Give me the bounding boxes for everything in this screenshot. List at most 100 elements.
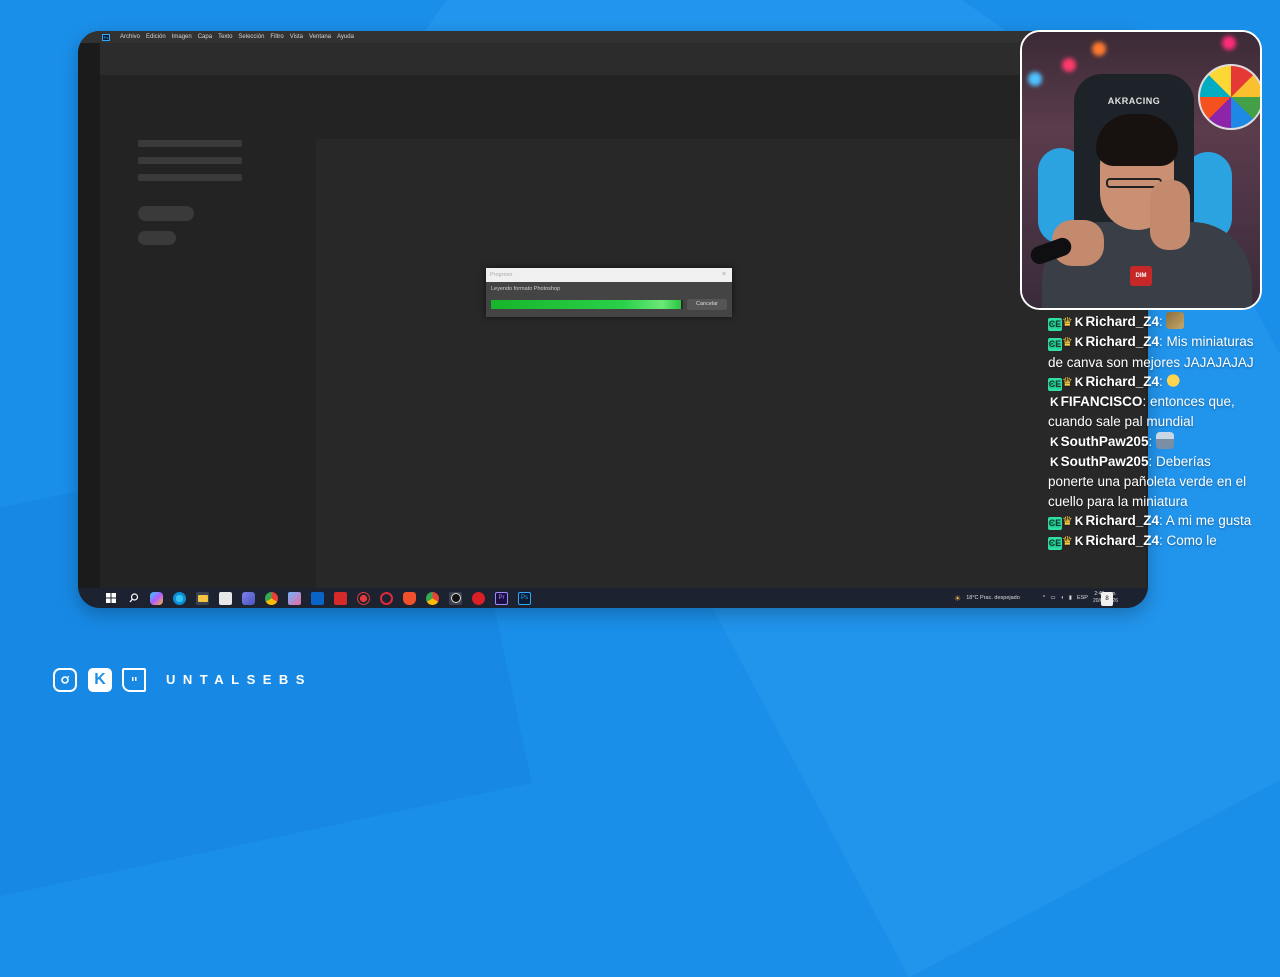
network-icon[interactable]: ▭	[1050, 595, 1055, 601]
opera-icon[interactable]	[380, 591, 393, 605]
menu-filtro[interactable]: Filtro	[270, 31, 283, 43]
chat-message: ϾE♛ K Richard_Z4: A mi me gusta	[1048, 511, 1258, 531]
weather-text[interactable]: 18°C Prac. despejado	[966, 595, 1020, 601]
chevron-up-icon[interactable]: ^	[1043, 595, 1046, 601]
crown-badge-icon: ♛	[1062, 374, 1073, 389]
file-explorer-icon[interactable]	[196, 591, 209, 605]
led-light	[1092, 42, 1106, 56]
menu-texto[interactable]: Texto	[218, 31, 232, 43]
creative-cloud-icon[interactable]	[472, 591, 485, 605]
search-icon[interactable]	[127, 592, 140, 605]
streamer-hair	[1096, 114, 1178, 166]
subscriber-badge-icon: ϾE	[1048, 338, 1062, 352]
chat-username[interactable]: Richard_Z4	[1085, 314, 1159, 329]
menu-capa[interactable]: Capa	[198, 31, 212, 43]
chat-separator: :	[1158, 512, 1166, 528]
kick-badge-icon: K	[1074, 315, 1084, 329]
photos-icon[interactable]	[288, 591, 301, 605]
obs-icon[interactable]	[449, 591, 462, 605]
progress-dialog: Progreso × Leyendo formato Photoshop Can…	[486, 268, 732, 317]
copilot-icon[interactable]	[150, 591, 163, 605]
shirt-badge: DIM	[1130, 266, 1152, 286]
kick-badge-icon: K	[1074, 534, 1084, 549]
webcam-overlay: AKRACING DIM	[1020, 30, 1262, 310]
progress-bar-fill	[491, 300, 682, 309]
chat-emote-icon	[1166, 312, 1185, 329]
menu-vista[interactable]: Vista	[290, 31, 303, 43]
progress-message: Leyendo formato Photoshop	[491, 286, 561, 292]
notification-badge[interactable]: 8	[1101, 592, 1113, 606]
photoshop-app-icon[interactable]: Ps	[102, 33, 110, 41]
menu-archivo[interactable]: Archivo	[120, 31, 140, 43]
chat-separator: :	[1148, 433, 1156, 449]
crown-badge-icon: ♛	[1062, 335, 1073, 350]
chat-username[interactable]: SouthPaw205	[1061, 434, 1149, 449]
chat-emote-icon	[1166, 371, 1185, 389]
edge-icon[interactable]	[173, 591, 186, 605]
screen-capture: Ps Archivo Edición Imagen Capa Texto Sel…	[78, 31, 1148, 608]
battery-icon[interactable]: ▮	[1069, 595, 1072, 601]
photoshop-icon[interactable]: Ps	[518, 591, 531, 605]
chat-username[interactable]: SouthPaw205	[1061, 454, 1149, 469]
teams-icon[interactable]	[242, 591, 255, 605]
menu-ayuda[interactable]: Ayuda	[337, 31, 354, 43]
subscriber-badge-icon: ϾE	[1048, 318, 1062, 331]
store-icon[interactable]	[219, 591, 232, 605]
chat-message: K SouthPaw205: Deberías ponerte una pañol…	[1048, 452, 1258, 511]
streamer-hand	[1150, 180, 1190, 250]
cancel-button[interactable]: Cancelar	[687, 299, 727, 310]
subscriber-badge-icon: ϾE	[1048, 537, 1062, 551]
chat-username[interactable]: Richard_Z4	[1085, 334, 1159, 349]
news-icon[interactable]	[334, 591, 347, 605]
loading-button-placeholder	[138, 231, 176, 245]
premiere-icon[interactable]: Pr	[495, 591, 508, 605]
progress-bar	[491, 300, 683, 309]
kick-badge-icon: K	[1050, 434, 1059, 449]
options-bar	[100, 43, 1148, 75]
chat-separator: :	[1158, 314, 1167, 329]
prize-wheel	[1198, 64, 1260, 130]
chat-separator: :	[1142, 394, 1150, 410]
chat-panel: ϾE♛ K Richard_Z4: ϾE♛ K Richard_Z4: Mis mini…	[1048, 312, 1258, 580]
volume-icon[interactable]: ◖	[1061, 595, 1064, 601]
crown-badge-icon: ♛	[1062, 513, 1073, 528]
kick-badge-icon: K	[1074, 335, 1084, 350]
chat-message: K SouthPaw205:	[1048, 431, 1258, 452]
language-indicator[interactable]: ESP	[1077, 595, 1088, 601]
windows-taskbar: Pr Ps ☀ 18°C Prac. despejado ^ ▭ ◖ ▮ ESP…	[78, 588, 1148, 608]
chat-username[interactable]: FIFANCISCO	[1061, 394, 1143, 409]
weather-icon[interactable]: ☀	[954, 594, 961, 603]
chair-brand: AKRACING	[1107, 96, 1161, 106]
loading-placeholder	[138, 157, 242, 164]
chat-emote-icon	[1155, 431, 1174, 449]
loading-placeholder	[138, 174, 242, 181]
twitch-icon	[122, 668, 146, 692]
photoshop-menubar: Ps Archivo Edición Imagen Capa Texto Sel…	[78, 31, 1148, 43]
chat-username[interactable]: Richard_Z4	[1085, 533, 1159, 548]
chat-message: ϾE♛ K Richard_Z4: Como le	[1048, 531, 1258, 551]
instagram-icon	[53, 668, 77, 692]
chat-text: Como le	[1166, 533, 1217, 549]
menu-edicion[interactable]: Edición	[146, 31, 166, 43]
toolbar-panel	[78, 43, 100, 588]
menu-ventana[interactable]: Ventana	[309, 31, 331, 43]
led-light	[1062, 58, 1076, 72]
menu-imagen[interactable]: Imagen	[172, 31, 192, 43]
chat-separator: :	[1158, 373, 1167, 389]
kick-icon: K	[88, 668, 112, 692]
menu-seleccion[interactable]: Selección	[238, 31, 264, 43]
kick-badge-icon: K	[1074, 374, 1084, 389]
led-light	[1222, 36, 1236, 50]
loading-placeholder	[138, 140, 242, 147]
davinci-icon[interactable]	[357, 591, 370, 605]
chrome-alt-icon[interactable]	[426, 591, 439, 605]
chat-username[interactable]: Richard_Z4	[1085, 374, 1159, 389]
chat-text: A mi me gusta	[1165, 512, 1252, 528]
outlook-icon[interactable]	[311, 591, 324, 605]
windows-start-icon[interactable]	[104, 592, 117, 605]
chat-username[interactable]: Richard_Z4	[1085, 513, 1159, 528]
system-tray: ☀ 18°C Prac. despejado ^ ▭ ◖ ▮ ESP 2:48 …	[954, 588, 1118, 608]
close-icon[interactable]: ×	[722, 268, 726, 282]
chrome-icon[interactable]	[265, 591, 278, 605]
brave-icon[interactable]	[403, 591, 416, 605]
